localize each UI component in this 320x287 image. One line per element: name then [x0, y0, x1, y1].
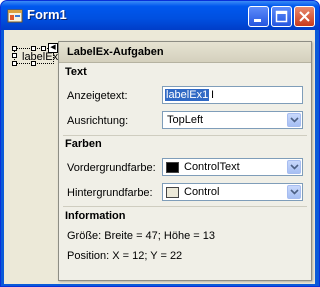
resize-handle[interactable] — [31, 46, 36, 51]
maximize-icon — [275, 10, 288, 23]
back-color-value: Control — [184, 186, 220, 198]
resize-handle[interactable] — [12, 46, 17, 51]
tasks-panel: LabelEx-Aufgaben Text Anzeigetext: label… — [58, 41, 312, 281]
fore-color-swatch — [166, 162, 179, 173]
tasks-panel-title: LabelEx-Aufgaben — [67, 46, 164, 58]
resize-handle[interactable] — [31, 61, 36, 66]
resize-handle[interactable] — [41, 46, 46, 51]
display-text-value: labelEx1 — [165, 89, 210, 101]
resize-handle[interactable] — [12, 53, 17, 58]
window-title: Form1 — [27, 7, 67, 22]
section-colors-heading: Farben — [65, 138, 102, 150]
position-info-text: Position: X = 12; Y = 22 — [67, 250, 183, 262]
title-bar[interactable]: Form1 — [1, 1, 319, 30]
alignment-dropdown[interactable]: TopLeft — [162, 111, 303, 129]
section-info-heading: Information — [65, 210, 126, 222]
alignment-label: Ausrichtung: — [67, 115, 129, 127]
back-color-swatch — [166, 187, 179, 198]
form-icon — [7, 8, 23, 24]
close-icon — [299, 11, 310, 22]
fore-color-label: Vordergrundfarbe: — [67, 162, 156, 174]
section-divider — [63, 135, 307, 136]
chevron-down-icon[interactable] — [287, 160, 301, 174]
chevron-down-icon[interactable] — [287, 185, 301, 199]
minimize-icon — [254, 19, 261, 22]
smart-tag-glyph[interactable]: ◀ — [48, 43, 58, 53]
form-window: Form1 labelEx1 ◀ LabelEx-Aufgaben Text A… — [0, 0, 320, 287]
section-divider — [63, 206, 307, 207]
display-text-label: Anzeigetext: — [67, 90, 128, 102]
close-button[interactable] — [294, 6, 315, 27]
minimize-button[interactable] — [248, 6, 269, 27]
fore-color-value: ControlText — [184, 161, 240, 173]
chevron-down-icon[interactable] — [287, 113, 301, 127]
alignment-value: TopLeft — [167, 114, 204, 126]
back-color-label: Hintergrundfarbe: — [67, 187, 153, 199]
maximize-button[interactable] — [271, 6, 292, 27]
fore-color-dropdown[interactable]: ControlText — [162, 158, 303, 176]
back-color-dropdown[interactable]: Control — [162, 183, 303, 201]
display-text-input[interactable]: labelEx1 I — [162, 86, 303, 104]
text-cursor-icon: I — [211, 89, 215, 101]
tasks-panel-header: LabelEx-Aufgaben — [59, 42, 311, 63]
size-info-text: Größe: Breite = 47; Höhe = 13 — [67, 230, 215, 242]
resize-handle[interactable] — [12, 61, 17, 66]
form-client-area[interactable]: labelEx1 ◀ LabelEx-Aufgaben Text Anzeige… — [4, 30, 315, 284]
section-text-heading: Text — [65, 66, 87, 78]
